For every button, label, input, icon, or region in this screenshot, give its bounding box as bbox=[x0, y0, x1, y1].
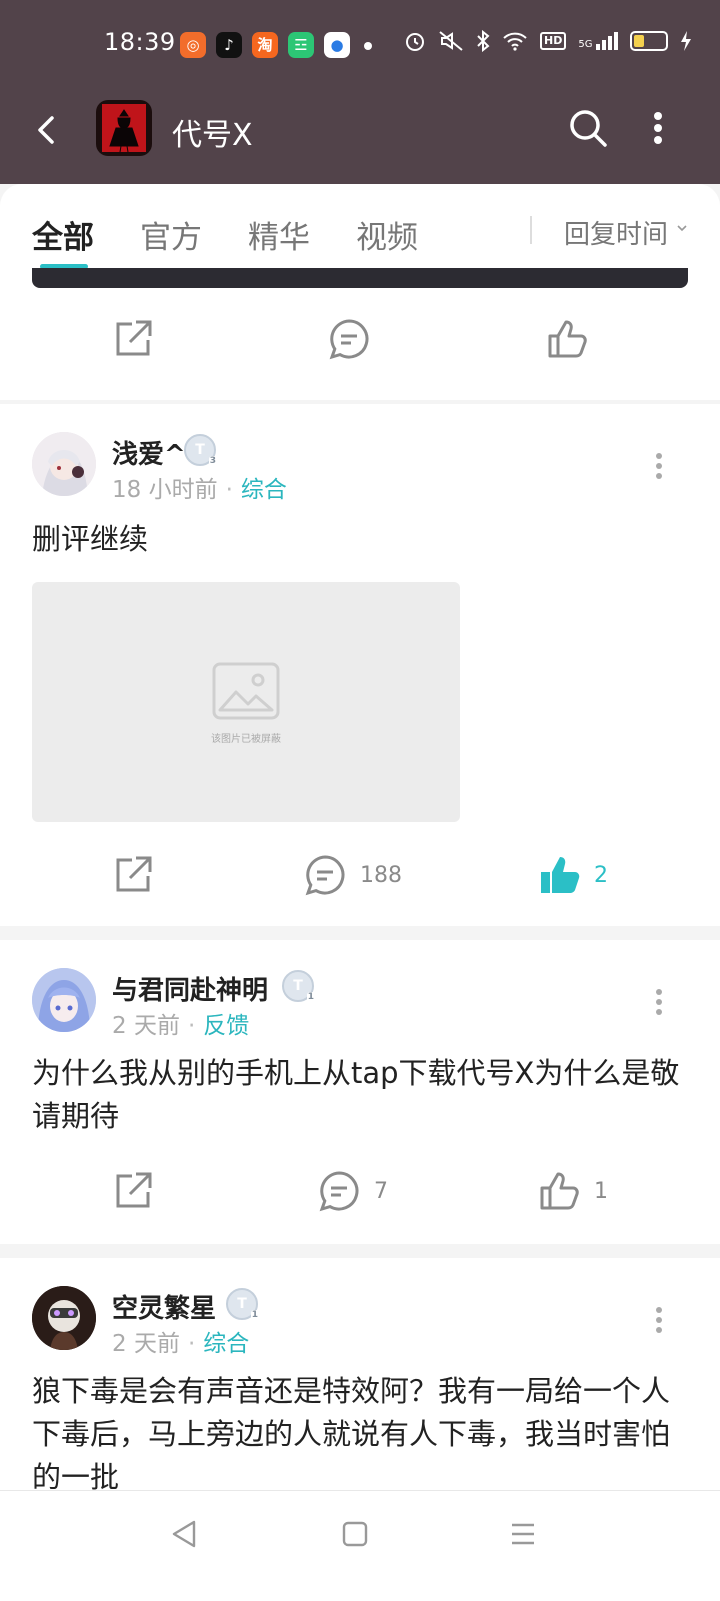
charging-icon bbox=[681, 31, 692, 51]
comment-button[interactable]: 7 bbox=[318, 1170, 388, 1212]
bluetooth-icon bbox=[477, 30, 490, 52]
douyin-icon: ♪ bbox=[216, 32, 242, 58]
game-icon[interactable] bbox=[96, 100, 152, 156]
browser-icon: ● bbox=[324, 32, 350, 58]
username[interactable]: 与君同赴神明 bbox=[112, 970, 268, 1007]
image-blocked-label: 该图片已被屏蔽 bbox=[211, 734, 281, 745]
like-icon bbox=[540, 1172, 579, 1210]
comment-icon[interactable] bbox=[328, 318, 370, 360]
back-arrow-icon[interactable] bbox=[28, 110, 68, 150]
post-card[interactable]: 与君同赴神明 T1 2 天前 · 反馈 为什么我从别的手机上从tap下载代号X为什么… bbox=[0, 940, 720, 1244]
tab-divider bbox=[530, 216, 532, 244]
system-status-icons: HD 5G bbox=[404, 30, 692, 52]
post-meta: 2 天前 · 综合 bbox=[112, 1331, 250, 1357]
post-time: 18 小时前 bbox=[112, 477, 218, 503]
wifi-icon bbox=[503, 32, 527, 51]
like-button[interactable]: 1 bbox=[538, 1170, 608, 1212]
network-type: 5G bbox=[578, 39, 593, 50]
like-button[interactable]: 2 bbox=[538, 854, 608, 896]
post-time: 2 天前 bbox=[112, 1013, 180, 1039]
app-header: 代号X bbox=[0, 90, 720, 184]
mute-icon bbox=[439, 31, 463, 51]
post-tag[interactable]: 综合 bbox=[203, 1331, 249, 1357]
search-icon[interactable] bbox=[566, 106, 610, 150]
post-menu-icon[interactable] bbox=[655, 988, 663, 1016]
post-menu-icon[interactable] bbox=[655, 1306, 663, 1334]
post-menu-icon[interactable] bbox=[655, 452, 663, 480]
user-level-badge: T3 bbox=[184, 434, 217, 467]
username[interactable]: 浅爱^ bbox=[112, 434, 186, 471]
page-title: 代号X bbox=[172, 118, 253, 153]
like-icon[interactable] bbox=[546, 318, 588, 360]
system-nav-bar bbox=[0, 1490, 720, 1601]
previous-post-actions bbox=[0, 288, 720, 400]
shopping-icon: ☲ bbox=[288, 32, 314, 58]
like-count: 2 bbox=[594, 862, 608, 888]
username[interactable]: 空灵繁星 bbox=[112, 1288, 216, 1325]
user-level-badge: T1 bbox=[226, 1288, 259, 1321]
post-tag[interactable]: 综合 bbox=[241, 477, 287, 503]
tab-all[interactable]: 全部 bbox=[32, 212, 94, 257]
back-nav-icon[interactable] bbox=[170, 1519, 198, 1549]
avatar[interactable] bbox=[32, 968, 96, 1032]
more-notifications-dot bbox=[364, 42, 372, 50]
post-card[interactable]: 空灵繁星 T1 2 天前 · 综合 狼下毒是会有声音还是特效阿？我有一局给一个人下毒… bbox=[0, 1258, 720, 1490]
comment-count: 188 bbox=[360, 862, 402, 888]
menu-nav-icon[interactable] bbox=[510, 1521, 536, 1547]
user-level-badge: T1 bbox=[282, 970, 315, 1003]
post-tag[interactable]: 反馈 bbox=[203, 1013, 249, 1039]
status-time: 18:39 bbox=[104, 28, 176, 56]
kuaishou-icon: ◎ bbox=[180, 32, 206, 58]
like-count: 1 bbox=[594, 1178, 608, 1204]
comment-button[interactable]: 188 bbox=[304, 854, 402, 896]
signal-icon: 5G bbox=[578, 32, 619, 50]
post-text: 为什么我从别的手机上从tap下载代号X为什么是敬请期待 bbox=[32, 1056, 680, 1133]
status-bar: 18:39 ◎ ♪ 淘 ☲ ● HD 5G bbox=[0, 0, 720, 90]
home-nav-icon[interactable] bbox=[342, 1521, 368, 1547]
blocked-image[interactable]: 该图片已被屏蔽 bbox=[32, 582, 460, 822]
post-text: 删评继续 bbox=[32, 522, 149, 556]
alarm-icon bbox=[406, 33, 424, 51]
tab-video[interactable]: 视频 bbox=[356, 212, 418, 257]
post-meta: 2 天前 · 反馈 bbox=[112, 1013, 250, 1039]
chevron-down-icon[interactable] bbox=[676, 222, 688, 234]
post-card[interactable]: 浅爱^ T3 18 小时前 · 综合 删评继续 该图片已被屏蔽 188 2 bbox=[0, 404, 720, 926]
more-options-icon[interactable] bbox=[650, 108, 666, 148]
share-icon[interactable] bbox=[112, 1170, 154, 1212]
avatar[interactable] bbox=[32, 1286, 96, 1350]
taobao-icon: 淘 bbox=[252, 32, 278, 58]
avatar[interactable] bbox=[32, 432, 96, 496]
comment-icon bbox=[305, 855, 345, 896]
image-placeholder-icon bbox=[212, 662, 280, 720]
video-thumbnail[interactable] bbox=[32, 268, 688, 288]
like-filled-icon bbox=[541, 857, 580, 893]
share-icon[interactable] bbox=[112, 318, 154, 360]
share-icon[interactable] bbox=[112, 854, 154, 896]
sort-dropdown[interactable]: 回复时间 bbox=[564, 214, 668, 251]
tab-bar: 全部 官方 精华 视频 回复时间 bbox=[0, 184, 720, 288]
battery-icon bbox=[630, 31, 669, 51]
post-time: 2 天前 bbox=[112, 1331, 180, 1357]
post-text: 狼下毒是会有声音还是特效阿？我有一局给一个人下毒后，马上旁边的人就说有人下毒，我… bbox=[32, 1374, 671, 1490]
notification-icons: ◎ ♪ 淘 ☲ ● bbox=[180, 32, 350, 58]
post-meta: 18 小时前 · 综合 bbox=[112, 477, 287, 503]
tab-featured[interactable]: 精华 bbox=[248, 212, 310, 257]
tab-official[interactable]: 官方 bbox=[140, 212, 202, 257]
comment-count: 7 bbox=[374, 1178, 388, 1204]
hd-icon: HD bbox=[540, 32, 567, 50]
comment-icon bbox=[319, 1171, 359, 1212]
